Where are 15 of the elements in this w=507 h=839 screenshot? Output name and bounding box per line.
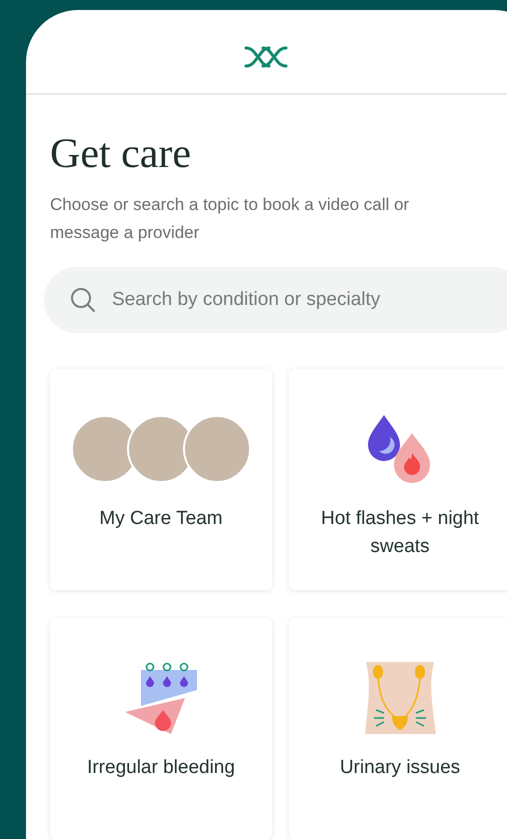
topic-card[interactable]: My Care Team	[50, 369, 272, 590]
topic-label: Hot flashes + night sweats	[320, 507, 480, 559]
page-subtitle: Choose or search a topic to book a video call or message a provider	[50, 194, 410, 244]
search-icon	[70, 287, 96, 313]
topic-label: My Care Team	[98, 507, 224, 531]
urinary-tract-icon	[364, 660, 436, 736]
topic-label: Urinary issues	[338, 756, 462, 780]
page-title: Get care	[50, 130, 192, 179]
search-field[interactable]: Search by condition or specialty	[44, 267, 507, 333]
topic-card[interactable]: Urinary issues	[289, 618, 507, 839]
calendar-drop-icon	[123, 660, 199, 736]
topic-card[interactable]: Hot flashes + night sweats	[289, 369, 507, 590]
logo-icon	[243, 44, 289, 68]
topic-card[interactable]: Irregular bleeding	[50, 618, 272, 839]
topic-label: Irregular bleeding	[86, 756, 236, 780]
